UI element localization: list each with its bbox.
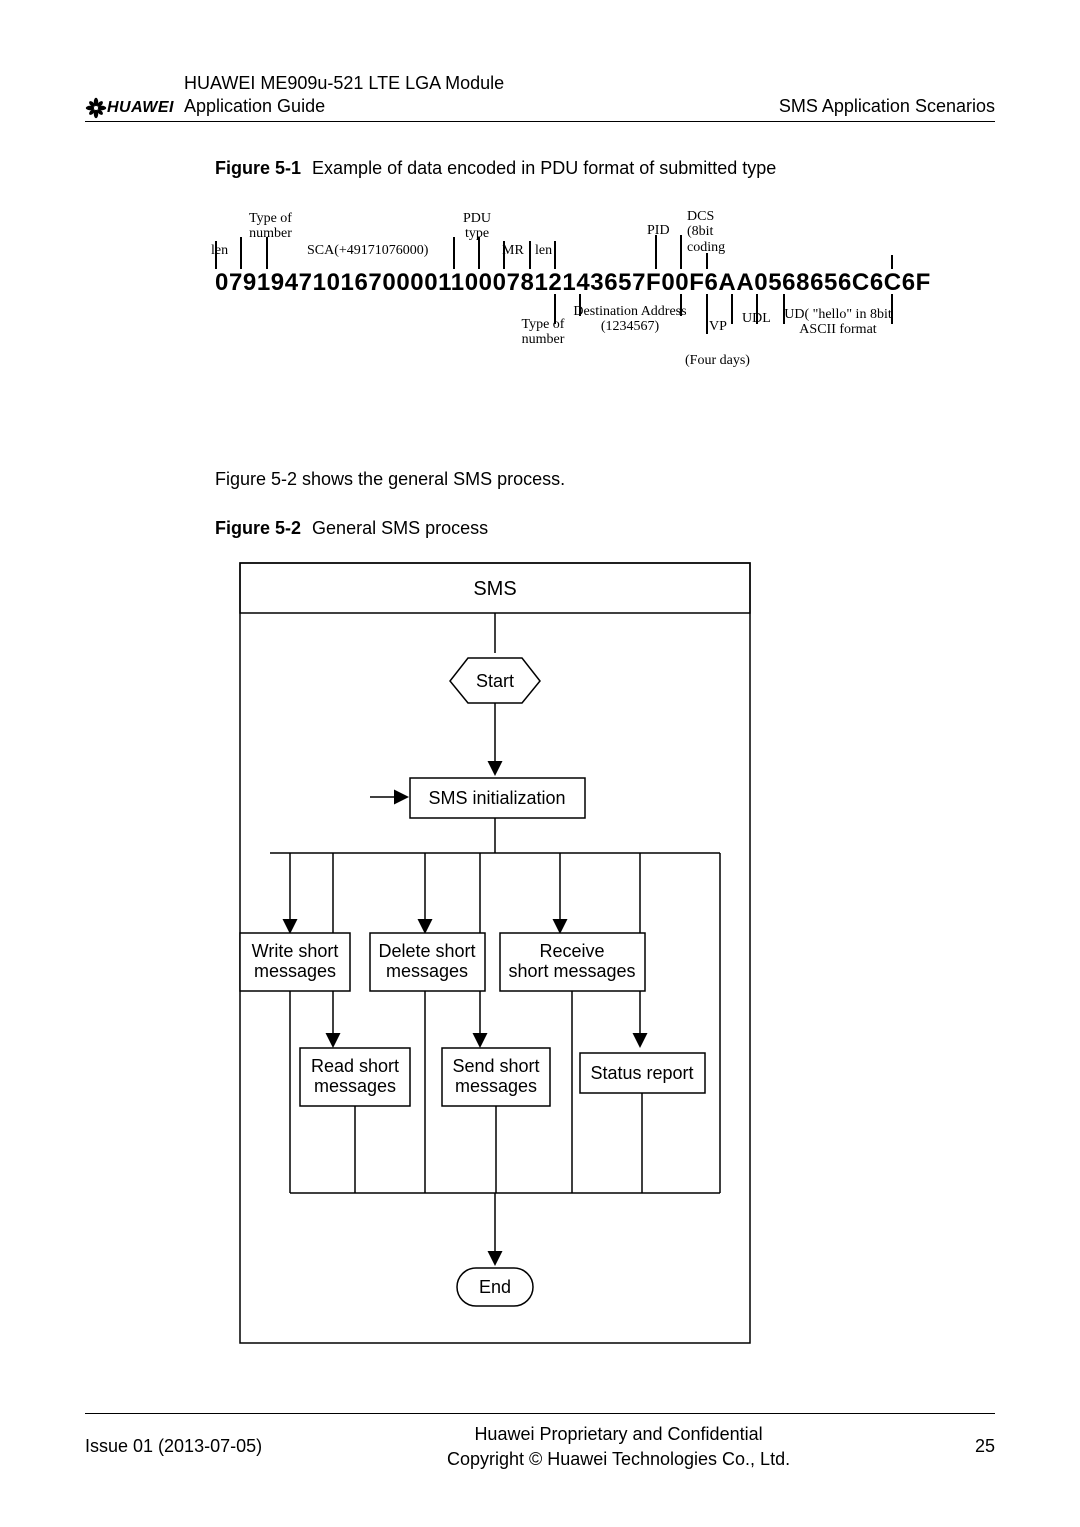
figure-2-text: General SMS process bbox=[312, 518, 488, 538]
figure-1-text: Example of data encoded in PDU format of… bbox=[312, 158, 776, 178]
svg-text:SMS initialization: SMS initialization bbox=[428, 788, 565, 808]
footer-center: Huawei Proprietary and Confidential Copy… bbox=[447, 1422, 790, 1471]
pdu-label-vp: VP bbox=[709, 319, 727, 334]
svg-text:Delete shortmessages: Delete shortmessages bbox=[378, 941, 475, 981]
node-read: Read shortmessages bbox=[300, 1048, 410, 1106]
section-title: SMS Application Scenarios bbox=[779, 96, 995, 117]
header-titles: HUAWEI ME909u-521 LTE LGA Module Applica… bbox=[184, 72, 504, 117]
node-receive: Receiveshort messages bbox=[500, 933, 645, 991]
flowchart-svg: SMS Start SMS initialization bbox=[220, 553, 780, 1353]
pdu-label-ud: UD( "hello" in 8bitASCII format bbox=[783, 307, 893, 338]
page-footer: Issue 01 (2013-07-05) Huawei Proprietary… bbox=[85, 1413, 995, 1471]
pdu-label-len: len bbox=[211, 243, 228, 258]
flow-title: SMS bbox=[473, 578, 516, 600]
footer-confidential: Huawei Proprietary and Confidential bbox=[447, 1422, 790, 1446]
pdu-label-type-of-number2: Type ofnumber bbox=[519, 317, 567, 348]
doc-title: HUAWEI ME909u-521 LTE LGA Module bbox=[184, 72, 504, 95]
pdu-label-sca: SCA(+49171076000) bbox=[307, 243, 428, 258]
figure-2-caption: Figure 5-2 General SMS process bbox=[215, 518, 995, 539]
pdu-label-mr: MR bbox=[502, 243, 524, 258]
content: Figure 5-1 Example of data encoded in PD… bbox=[85, 122, 995, 1353]
pdu-diagram: len Type ofnumber SCA(+49171076000) PDUt… bbox=[215, 193, 895, 393]
figure-1-caption: Figure 5-1 Example of data encoded in PD… bbox=[215, 158, 995, 179]
pdu-hex-string: 0791947101670000110007812143657F00F6AA05… bbox=[215, 269, 931, 297]
pdu-label-pid: PID bbox=[647, 223, 670, 238]
page: HUAWEI HUAWEI ME909u-521 LTE LGA Module … bbox=[0, 0, 1080, 1527]
intro-paragraph: Figure 5-2 shows the general SMS process… bbox=[215, 469, 995, 490]
header-left: HUAWEI HUAWEI ME909u-521 LTE LGA Module … bbox=[85, 72, 504, 117]
footer-issue: Issue 01 (2013-07-05) bbox=[85, 1436, 262, 1457]
svg-text:Start: Start bbox=[476, 671, 514, 691]
pdu-label-dcs: DCS(8bitcoding bbox=[687, 209, 731, 255]
svg-text:Read shortmessages: Read shortmessages bbox=[311, 1056, 399, 1096]
pdu-label-len2: len bbox=[535, 243, 552, 258]
node-status: Status report bbox=[580, 1053, 705, 1093]
huawei-petal-icon bbox=[85, 97, 107, 119]
page-number: 25 bbox=[975, 1436, 995, 1457]
huawei-logo: HUAWEI bbox=[85, 97, 174, 119]
pdu-label-four-days: (Four days) bbox=[685, 353, 750, 368]
footer-copyright: Copyright © Huawei Technologies Co., Ltd… bbox=[447, 1447, 790, 1471]
flowchart: SMS Start SMS initialization bbox=[220, 553, 780, 1353]
node-send: Send shortmessages bbox=[442, 1048, 550, 1106]
node-write: Write shortmessages bbox=[240, 933, 350, 991]
doc-subtitle: Application Guide bbox=[184, 95, 504, 118]
pdu-label-pdu-type: PDUtype bbox=[459, 211, 495, 242]
node-end: End bbox=[457, 1268, 533, 1306]
node-start: Start bbox=[450, 658, 540, 703]
svg-text:Send shortmessages: Send shortmessages bbox=[452, 1056, 539, 1096]
page-header: HUAWEI HUAWEI ME909u-521 LTE LGA Module … bbox=[85, 72, 995, 122]
svg-text:Write shortmessages: Write shortmessages bbox=[252, 941, 339, 981]
node-delete: Delete shortmessages bbox=[370, 933, 485, 991]
svg-text:Status report: Status report bbox=[590, 1063, 693, 1083]
node-init: SMS initialization bbox=[410, 778, 585, 818]
svg-text:End: End bbox=[479, 1277, 511, 1297]
pdu-label-dest-addr: Destination Address(1234567) bbox=[570, 304, 690, 335]
figure-1-number: Figure 5-1 bbox=[215, 158, 301, 178]
figure-2-number: Figure 5-2 bbox=[215, 518, 301, 538]
pdu-label-type-of-number: Type ofnumber bbox=[243, 211, 298, 242]
logo-text: HUAWEI bbox=[107, 99, 174, 117]
